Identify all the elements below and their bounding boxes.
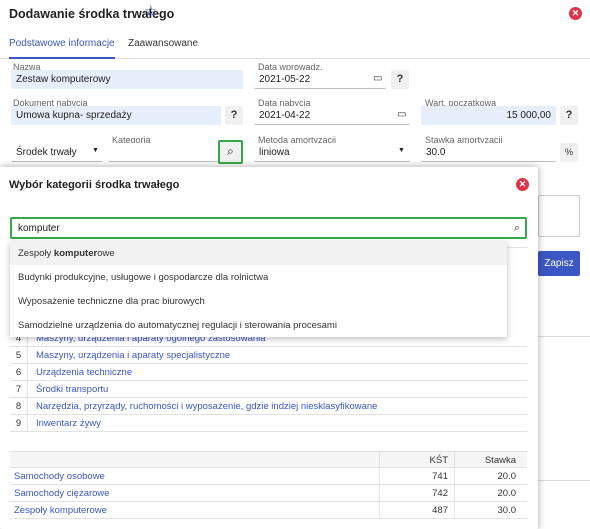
category-picker-modal: Wybór kategorii środka trwałego ✕ ⌕ Zesp… [0,167,538,529]
stawka-header: Stawka [484,455,516,466]
category-row[interactable]: 7 Środki transportu [10,381,527,398]
stawka-field[interactable]: 30.0 [421,143,556,162]
close-icon[interactable]: ✕ [516,178,529,191]
category-search-input[interactable] [18,223,488,234]
data-wprowadz-field[interactable]: 2021-05-22 [254,70,386,89]
asset-type-value: Środek trwały [16,147,77,158]
suggestion-item[interactable]: Zespoły komputerowe [10,241,507,265]
chevron-down-icon: ▼ [398,147,405,154]
calendar-icon[interactable]: ▭ [397,109,406,120]
tab-bar: Podstawowe informacje Zaawansowane [0,30,590,59]
percent-unit: % [560,143,578,162]
close-icon[interactable]: ✕ [569,7,582,20]
category-search-box[interactable]: ⌕ [10,217,527,239]
divider [379,451,380,519]
suggestion-item[interactable]: Wyposażenie techniczne dla prac biurowyc… [10,289,507,313]
tab-basic-info[interactable]: Podstawowe informacje [9,38,115,59]
save-button[interactable]: Zapisz [538,251,580,276]
nazwa-field[interactable]: Zestaw komputerowy [11,70,243,89]
dokument-field[interactable]: Umowa kupna- sprzedaży [11,106,221,125]
table-row[interactable]: Samochody ciężarowe 742 20.0 [10,485,527,502]
data-nabycia-field[interactable]: 2021-04-22 [254,106,410,125]
modal-title: Wybór kategorii środka trwałego [9,179,180,191]
category-row[interactable]: 9 Inwentarz żywy [10,415,527,432]
favorite-star-icon[interactable]: ☆ [144,3,157,21]
divider [538,336,590,337]
metoda-select[interactable]: liniowa [254,143,410,162]
page-header: Dodawanie środka trwałego ☆ ✕ [0,0,590,28]
table-row[interactable]: Zespoły komputerowe 487 30.0 [10,502,527,519]
category-row[interactable]: 8 Narzędzia, przyrządy, ruchomości i wypo… [10,398,527,415]
search-icon[interactable]: ⌕ [514,222,520,235]
help-button[interactable]: ? [225,106,243,125]
divider [454,451,455,519]
category-row[interactable]: 5 Maszyny, urządzenia i aparaty specjalis… [10,347,527,364]
table-header: KŚT Stawka [10,451,527,468]
suggestion-item[interactable]: Budynki produkcyjne, usługowe i gospodar… [10,265,507,289]
chevron-down-icon: ▼ [92,147,99,154]
kategoria-field[interactable] [108,143,218,162]
help-button[interactable]: ? [391,70,409,89]
table-row[interactable]: Samochody osobowe 741 20.0 [10,468,527,485]
tab-advanced[interactable]: Zaawansowane [128,38,198,49]
category-row[interactable]: 6 Urządzenia techniczne [10,364,527,381]
asset-type-select[interactable]: Środek trwały [11,143,103,162]
calendar-icon[interactable]: ▭ [373,73,382,84]
help-button[interactable]: ? [560,106,578,125]
kategoria-search-button[interactable]: ⌕ [218,140,243,164]
kst-header: KŚT [429,455,448,466]
suggestion-dropdown: Zespoły komputerowe Budynki produkcyjne,… [10,241,507,337]
wart-field[interactable]: 15 000,00 [421,106,556,125]
suggestion-item[interactable]: Samodzielne urządzenia do automatycznej … [10,313,507,337]
search-icon: ⌕ [227,144,234,158]
background-panel [538,195,580,237]
divider [538,480,590,481]
